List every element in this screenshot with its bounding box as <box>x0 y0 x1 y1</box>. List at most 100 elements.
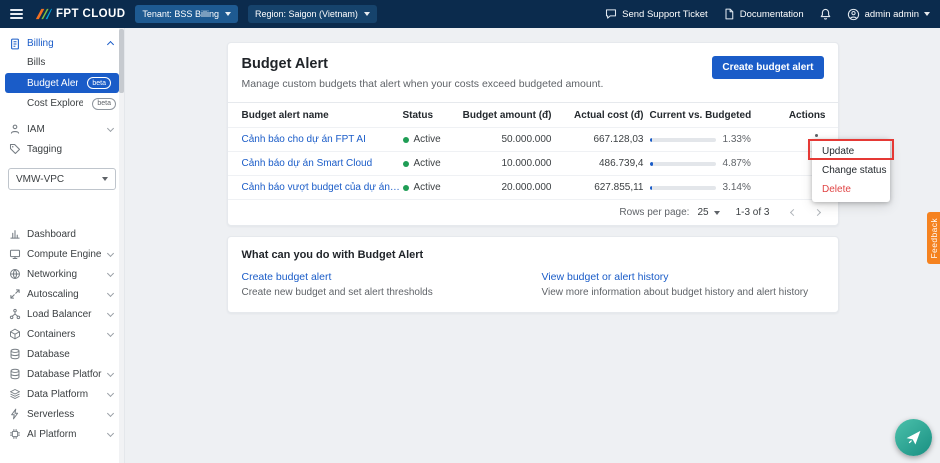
tenant-selector[interactable]: Tenant: BSS Billing <box>135 5 238 23</box>
next-page-button[interactable] <box>810 205 826 221</box>
data-platform-icon <box>8 388 21 401</box>
rocket-icon <box>906 430 921 445</box>
active-status-dot <box>402 184 409 191</box>
sidebar-item-label: Serverless <box>27 408 75 420</box>
region-selector[interactable]: Region: Saigon (Vietnam) <box>247 5 377 23</box>
sidebar-item-label: Compute Engine <box>27 248 102 260</box>
feedback-tab[interactable]: Feedback <box>927 212 940 264</box>
view-budget-history-link[interactable]: View budget or alert history <box>542 271 824 283</box>
column-header-status: Status <box>402 109 434 121</box>
progress-cell: 1.33% <box>649 134 785 145</box>
chevron-down-icon <box>106 369 115 377</box>
sidebar-item-label: Data Platform <box>27 388 89 400</box>
fpt-cloud-logo[interactable]: FPT CLOUD <box>35 8 125 20</box>
info-description: Create new budget and set alert threshol… <box>241 287 433 298</box>
sidebar-item-compute-engine[interactable]: Compute Engine <box>0 244 124 264</box>
budget-amount-cell: 20.000.000 <box>501 182 552 193</box>
chevron-down-icon <box>106 289 115 297</box>
menu-item-change-status[interactable]: Change status <box>812 161 890 180</box>
chevron-down-icon <box>106 249 115 257</box>
ai-platform-icon <box>8 428 21 441</box>
topbar-actions: Send Support Ticket Documentation admin … <box>605 8 930 21</box>
notifications-button[interactable] <box>819 8 832 21</box>
sidebar-item-networking[interactable]: Networking <box>0 264 124 284</box>
progress-track <box>649 161 716 166</box>
sidebar-item-label: IAM <box>27 123 45 135</box>
budget-alert-name-link[interactable]: Cảnh báo vượt budget của dự án FCI <box>228 182 403 193</box>
progress-cell: 4.87% <box>649 158 785 169</box>
status-label: Active <box>413 158 441 169</box>
send-support-ticket-link[interactable]: Send Support Ticket <box>605 8 708 20</box>
vpc-selector[interactable]: VMW-VPC <box>8 168 116 190</box>
sidebar-item-bills[interactable]: Bills <box>0 53 124 72</box>
column-header-actions: Actions <box>788 109 826 121</box>
user-menu[interactable]: admin admin <box>847 8 930 21</box>
status-cell: Active <box>402 134 463 145</box>
menu-item-delete[interactable]: Delete <box>812 180 890 199</box>
info-grid: Create budget alert Create new budget an… <box>242 271 824 298</box>
sidebar-item-data-platform[interactable]: Data Platform <box>0 384 124 404</box>
chevron-down-icon <box>106 429 115 437</box>
budget-alert-name-link[interactable]: Cảnh báo dự án Smart Cloud <box>228 158 403 169</box>
sidebar-item-serverless[interactable]: Serverless <box>0 404 124 424</box>
sidebar-item-database-platform[interactable]: Database Platform <box>0 364 124 384</box>
sidebar-item-label: Containers <box>27 328 76 340</box>
menu-icon[interactable] <box>10 9 23 19</box>
documentation-link[interactable]: Documentation <box>723 8 804 20</box>
sidebar-item-database[interactable]: Database <box>0 344 124 364</box>
sidebar-item-label: Budget Alert <box>27 77 79 89</box>
sidebar-item-label: Database Platform <box>27 368 102 380</box>
create-budget-alert-button[interactable]: Create budget alert <box>712 56 824 79</box>
column-header-current: Current vs. Budgeted <box>649 109 752 121</box>
sidebar-item-containers[interactable]: Containers <box>0 324 124 344</box>
beta-badge: beta <box>92 97 116 110</box>
vpc-selected-value: VMW-VPC <box>16 173 65 185</box>
sidebar-item-label: Database <box>27 348 70 360</box>
sidebar-item-ai-platform[interactable]: AI Platform <box>0 424 124 444</box>
status-label: Active <box>413 182 441 193</box>
menu-item-update[interactable]: Update <box>812 142 890 161</box>
previous-page-button[interactable] <box>786 205 802 221</box>
sidebar-item-billing[interactable]: Billing <box>0 34 124 53</box>
chevron-left-icon <box>789 208 798 217</box>
info-column: View budget or alert history View more i… <box>542 271 824 298</box>
sidebar-nav: Dashboard Compute Engine Networking Auto… <box>0 224 124 444</box>
progress-fill <box>649 137 652 142</box>
region-label: Region: Saigon (Vietnam) <box>254 9 358 19</box>
assistant-fab[interactable] <box>895 419 932 456</box>
sidebar-item-iam[interactable]: IAM <box>0 119 124 139</box>
column-header-name: Budget alert name <box>241 109 329 121</box>
actual-cost-cell: 667.128,03 <box>593 134 644 145</box>
support-label: Send Support Ticket <box>622 8 708 20</box>
chevron-down-icon <box>106 269 115 277</box>
dashboard-icon <box>8 228 21 241</box>
table-row: Cảnh báo vượt budget của dự án FCI Activ… <box>227 175 838 199</box>
sidebar-scrollbar[interactable] <box>119 28 124 463</box>
info-column: Create budget alert Create new budget an… <box>242 271 542 298</box>
sidebar-item-autoscaling[interactable]: Autoscaling <box>0 284 124 304</box>
tenant-label: Tenant: BSS Billing <box>142 9 219 19</box>
progress-fill <box>649 161 653 166</box>
sidebar-item-cost-explorer[interactable]: Cost Explorer beta <box>0 94 124 113</box>
support-ticket-icon <box>605 8 617 20</box>
scrollbar-thumb[interactable] <box>119 29 124 93</box>
table-row: Cảnh báo cho dự án FPT AI Active 50.000.… <box>227 127 838 151</box>
budget-amount-cell: 10.000.000 <box>501 158 552 169</box>
feedback-label: Feedback <box>928 217 939 259</box>
sidebar-item-load-balancer[interactable]: Load Balancer <box>0 304 124 324</box>
sidebar: Billing Bills Budget Alert beta Cost Exp… <box>0 28 125 463</box>
database-icon <box>8 348 21 361</box>
status-label: Active <box>413 134 441 145</box>
sidebar-item-tagging[interactable]: Tagging <box>0 139 124 159</box>
sidebar-item-budget-alert[interactable]: Budget Alert beta <box>5 73 119 93</box>
budget-alert-name-link[interactable]: Cảnh báo cho dự án FPT AI <box>228 134 403 145</box>
sidebar-item-dashboard[interactable]: Dashboard <box>0 224 124 244</box>
chevron-right-icon <box>813 208 822 217</box>
info-description: View more information about budget histo… <box>541 287 809 298</box>
billing-icon <box>8 37 21 50</box>
chevron-down-icon <box>106 124 115 132</box>
user-label: admin admin <box>864 8 919 20</box>
rows-per-page-select[interactable]: 25 <box>697 207 720 218</box>
create-budget-alert-link[interactable]: Create budget alert <box>242 271 542 283</box>
